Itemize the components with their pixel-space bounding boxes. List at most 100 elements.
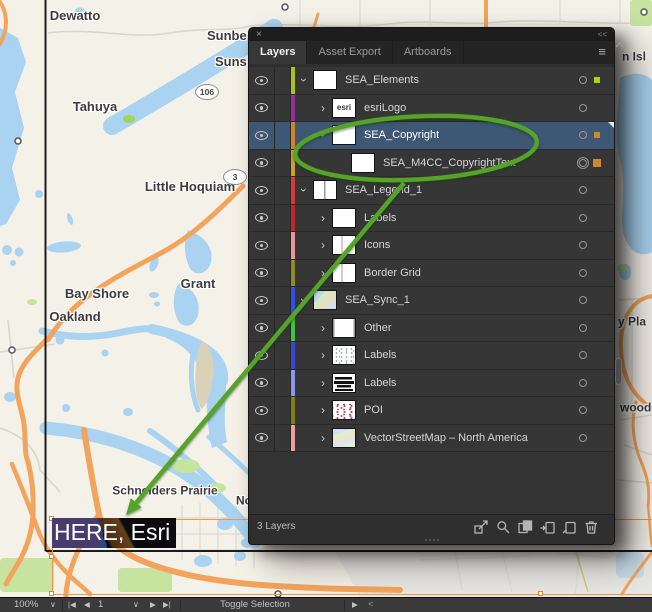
selection-handle[interactable] <box>538 591 543 596</box>
expand-chevron[interactable]: › <box>316 376 330 390</box>
lock-toggle[interactable] <box>275 122 291 149</box>
lock-toggle[interactable] <box>275 95 291 122</box>
lock-toggle[interactable] <box>275 370 291 397</box>
layer-thumbnail[interactable] <box>332 428 356 448</box>
layer-row[interactable]: ›SEA_Legend_1 <box>249 177 614 205</box>
target-circle[interactable] <box>579 434 587 442</box>
collect-for-export-button[interactable] <box>474 520 489 534</box>
layer-row[interactable]: › Labels <box>249 342 614 370</box>
target-circle[interactable] <box>579 186 587 194</box>
visibility-toggle[interactable] <box>249 177 275 204</box>
layer-name[interactable]: Other <box>364 322 392 334</box>
layer-thumbnail[interactable] <box>313 180 337 200</box>
expand-chevron[interactable]: › <box>297 183 311 197</box>
expand-chevron[interactable]: › <box>316 128 330 142</box>
status-back-icon[interactable]: < <box>368 598 374 612</box>
tab-asset-export[interactable]: Asset Export <box>307 41 392 64</box>
panel-resize-grip[interactable] <box>425 539 439 541</box>
layer-thumbnail[interactable] <box>332 125 356 145</box>
target-circle[interactable] <box>579 76 587 84</box>
tab-artboards[interactable]: Artboards <box>393 41 464 64</box>
clipping-mask-button[interactable] <box>518 520 533 534</box>
layer-name[interactable]: VectorStreetMap – North America <box>364 432 528 444</box>
target-circle[interactable] <box>579 296 587 304</box>
layer-thumbnail[interactable] <box>332 263 356 283</box>
tab-layers[interactable]: Layers <box>249 41 307 64</box>
lock-toggle[interactable] <box>275 260 291 287</box>
layer-name[interactable]: SEA_Elements <box>345 74 419 86</box>
layer-name[interactable]: Labels <box>364 349 396 361</box>
visibility-toggle[interactable] <box>249 287 275 314</box>
expand-chevron[interactable]: › <box>316 348 330 362</box>
expand-chevron[interactable]: › <box>316 211 330 225</box>
lock-toggle[interactable] <box>275 205 291 232</box>
target-circle[interactable] <box>579 406 587 414</box>
expand-chevron[interactable]: › <box>316 403 330 417</box>
target-circle[interactable] <box>579 159 587 167</box>
layer-name[interactable]: Icons <box>364 239 390 251</box>
layer-row[interactable]: ›Other <box>249 315 614 343</box>
layer-name[interactable]: SEA_Copyright <box>364 129 439 141</box>
visibility-toggle[interactable] <box>249 397 275 424</box>
lock-toggle[interactable] <box>275 315 291 342</box>
layer-name[interactable]: Labels <box>364 377 396 389</box>
zoom-level[interactable]: 100% <box>14 598 38 612</box>
layer-name[interactable]: Labels <box>364 212 396 224</box>
visibility-toggle[interactable] <box>249 315 275 342</box>
new-layer-button[interactable] <box>562 520 577 534</box>
lock-toggle[interactable] <box>275 67 291 94</box>
visibility-toggle[interactable] <box>249 342 275 369</box>
artboard-number-field[interactable]: 1 <box>98 598 103 612</box>
layer-row[interactable]: ›Icons <box>249 232 614 260</box>
scroll-up-icon[interactable] <box>615 36 624 54</box>
artboard-chevron-icon[interactable]: ∨ <box>133 598 139 612</box>
layer-row[interactable]: › POI <box>249 397 614 425</box>
target-circle[interactable] <box>579 379 587 387</box>
visibility-toggle[interactable] <box>249 150 275 177</box>
layer-thumbnail[interactable] <box>332 400 356 420</box>
lock-toggle[interactable] <box>275 150 291 177</box>
layer-thumbnail[interactable] <box>332 318 356 338</box>
delete-layer-button[interactable] <box>584 520 599 534</box>
layer-name[interactable]: POI <box>364 404 383 416</box>
panel-title-bar[interactable]: × << <box>249 28 614 41</box>
selection-handle[interactable] <box>49 591 54 596</box>
expand-chevron[interactable]: › <box>316 431 330 445</box>
layer-row[interactable]: › VectorStreetMap – North America <box>249 425 614 453</box>
visibility-toggle[interactable] <box>249 425 275 452</box>
locate-object-button[interactable] <box>496 520 511 534</box>
layer-thumbnail[interactable] <box>351 153 375 173</box>
expand-chevron[interactable]: › <box>297 293 311 307</box>
layer-name[interactable]: esriLogo <box>364 102 406 114</box>
lock-toggle[interactable] <box>275 232 291 259</box>
layer-row[interactable]: › SEA_Copyright <box>249 122 614 150</box>
lock-toggle[interactable] <box>275 397 291 424</box>
target-circle[interactable] <box>579 351 587 359</box>
panel-menu-icon[interactable]: ≡ <box>598 41 606 63</box>
target-circle[interactable] <box>579 214 587 222</box>
previous-artboard-button[interactable]: ◀ <box>84 598 90 612</box>
new-sublayer-button[interactable] <box>540 520 555 534</box>
visibility-toggle[interactable] <box>249 95 275 122</box>
next-artboard-button[interactable]: ▶ <box>150 598 156 612</box>
layer-row[interactable]: ›Border Grid <box>249 260 614 288</box>
lock-toggle[interactable] <box>275 287 291 314</box>
layer-row[interactable]: › Labels <box>249 370 614 398</box>
layer-thumbnail[interactable] <box>313 290 337 310</box>
lock-toggle[interactable] <box>275 177 291 204</box>
visibility-toggle[interactable] <box>249 205 275 232</box>
layer-thumbnail[interactable] <box>332 235 356 255</box>
layer-name[interactable]: SEA_Sync_1 <box>345 294 410 306</box>
last-artboard-button[interactable]: ▶| <box>163 598 171 612</box>
expand-chevron[interactable]: › <box>297 73 311 87</box>
collapse-panel-icon[interactable]: << <box>598 28 607 41</box>
document-scrollbar-thumb[interactable] <box>615 358 622 385</box>
status-message[interactable]: Toggle Selection <box>220 598 290 612</box>
target-circle[interactable] <box>579 269 587 277</box>
expand-chevron[interactable]: › <box>316 266 330 280</box>
visibility-toggle[interactable] <box>249 232 275 259</box>
visibility-toggle[interactable] <box>249 370 275 397</box>
selection-handle[interactable] <box>49 554 54 559</box>
status-play-icon[interactable]: ▶ <box>352 598 358 612</box>
layer-row[interactable]: › SEA_Elements <box>249 67 614 95</box>
